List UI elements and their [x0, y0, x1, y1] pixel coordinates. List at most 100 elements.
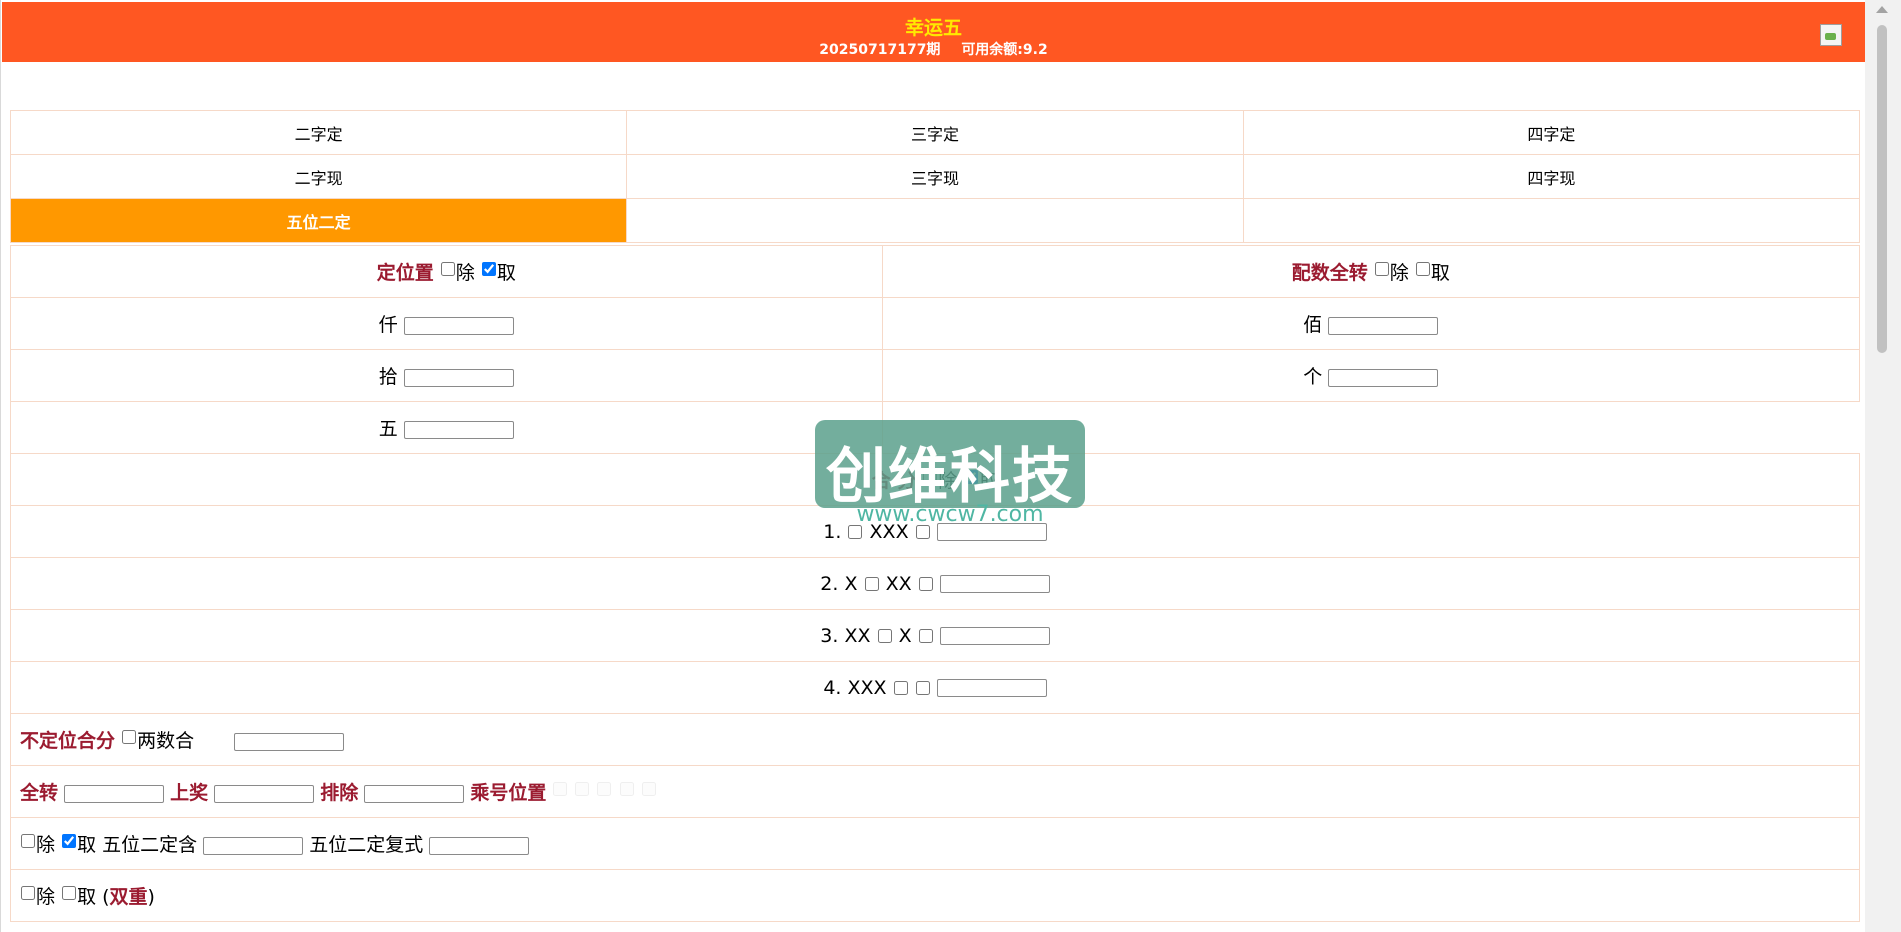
- unfixed-input[interactable]: [234, 732, 345, 751]
- pair-take-checkbox[interactable]: [1415, 262, 1430, 276]
- tab-sanzi-ding[interactable]: 三字定: [626, 110, 1244, 155]
- shangjiang-input[interactable]: [214, 784, 315, 803]
- chenghao-label: 乘号位置: [470, 782, 547, 804]
- wuwei-exclude-checkbox[interactable]: [21, 834, 35, 848]
- qian-label: 仟: [378, 314, 398, 336]
- shangjiang-label: 上奖: [170, 782, 209, 804]
- combo-4-checkbox-a[interactable]: [893, 680, 908, 695]
- unfixed-row: 不定位合分 两数合: [10, 713, 1860, 766]
- tab-wuwei-erding[interactable]: 五位二定: [9, 198, 628, 243]
- position-title: 定位置: [376, 262, 434, 284]
- pair-exclude-checkbox[interactable]: [1374, 262, 1389, 276]
- combo-1-input[interactable]: [936, 523, 1047, 541]
- game-type-tabs: 二字定 三字定 四字定 二字现 三字现 四字现 五位二定: [9, 110, 1861, 243]
- combo-1-mid: XXX: [869, 520, 909, 543]
- pair-header: 配数全转 除 取: [881, 245, 1861, 298]
- hefen-take-checkbox[interactable]: [964, 470, 979, 484]
- shuangchong-row: 除 取 (双重): [10, 869, 1860, 922]
- chenghao-checkbox-3[interactable]: [597, 782, 612, 796]
- tab-sanzi-xian[interactable]: 三字现: [626, 154, 1244, 199]
- wuwei-fushi-label: 五位二定复式: [309, 834, 424, 856]
- period-number: 20250717177期: [819, 42, 941, 58]
- shuangchong-exclude-label: 除: [36, 886, 56, 908]
- ge-label: 个: [1303, 366, 1323, 388]
- game-title: 幸运五: [904, 17, 962, 39]
- shi-input[interactable]: [403, 368, 514, 387]
- bai-label: 佰: [1303, 314, 1323, 336]
- shi-cell: 拾: [10, 349, 883, 402]
- tab-erzi-xian[interactable]: 二字现: [9, 154, 628, 199]
- qian-cell: 仟: [10, 297, 883, 350]
- chenghao-checkbox-1[interactable]: [553, 782, 568, 796]
- tab-sizi-xian[interactable]: 四字现: [1242, 154, 1861, 199]
- wuwei-fushi-input[interactable]: [429, 836, 530, 855]
- combo-2-checkbox-a[interactable]: [864, 576, 879, 591]
- wuwei-take-checkbox[interactable]: [62, 834, 77, 848]
- hefen-take-label: 取: [979, 470, 999, 492]
- chenghao-checkbox-2[interactable]: [575, 782, 590, 796]
- combo-1-checkbox-a[interactable]: [848, 524, 863, 539]
- tab-sizi-ding[interactable]: 四字定: [1242, 110, 1861, 155]
- shuangchong-take-checkbox[interactable]: [62, 886, 77, 900]
- combo-2-input[interactable]: [939, 575, 1050, 593]
- combo-3-mid: X: [898, 624, 912, 647]
- hefen-title: 合 分: [871, 470, 917, 492]
- scroll-thumb[interactable]: [1877, 25, 1887, 353]
- combo-1-prefix: 1.: [823, 520, 842, 543]
- chenghao-checkbox-5[interactable]: [641, 782, 656, 796]
- pair-title: 配数全转: [1291, 262, 1368, 284]
- pair-exclude-label: 除: [1389, 262, 1409, 284]
- combo-3-input[interactable]: [939, 627, 1050, 645]
- combo-row-1: 1. XXX: [10, 505, 1860, 558]
- combo-4-input[interactable]: [936, 679, 1047, 697]
- tab-erzi-ding[interactable]: 二字定: [9, 110, 628, 155]
- paichu-input[interactable]: [364, 784, 465, 803]
- combo-rows: 合 分 除 取 1. XXX 2. X XX 3. XX X 4. XXX 不定…: [10, 453, 1860, 922]
- position-exclude-checkbox[interactable]: [440, 262, 455, 276]
- page-frame: 幸运五 20250717177期 可用余额:9.2 二字定 三字定 四字定 二字…: [0, 0, 1865, 932]
- wuwei-row: 除 取 五位二定含 五位二定复式: [10, 817, 1860, 870]
- shuangchong-exclude-checkbox[interactable]: [21, 886, 35, 900]
- combo-3-prefix: 3. XX: [820, 624, 871, 647]
- user-image-icon[interactable]: [1820, 24, 1842, 46]
- combo-2-checkbox-b[interactable]: [918, 576, 933, 591]
- app-header: 幸运五 20250717177期 可用余额:9.2: [2, 2, 1865, 62]
- qian-input[interactable]: [403, 316, 514, 335]
- balance-text: 可用余额:9.2: [961, 42, 1048, 58]
- two-num-checkbox[interactable]: [122, 730, 137, 744]
- unfixed-label: 不定位合分: [20, 730, 116, 752]
- bai-cell: 佰: [881, 297, 1861, 350]
- hefen-row: 合 分 除 取: [10, 453, 1860, 506]
- combo-4-prefix: 4. XXX: [823, 676, 887, 699]
- wu-empty-cell: [882, 402, 1859, 454]
- hefen-exclude-checkbox[interactable]: [923, 470, 938, 484]
- scroll-up-arrow-icon[interactable]: [1876, 6, 1888, 13]
- quanzhuan-row: 全转 上奖 排除 乘号位置: [10, 765, 1860, 818]
- wu-cell: 五: [10, 401, 883, 454]
- position-take-checkbox[interactable]: [481, 262, 496, 276]
- combo-4-checkbox-b[interactable]: [915, 680, 930, 695]
- bai-input[interactable]: [1328, 316, 1439, 335]
- combo-2-prefix: 2. X: [820, 572, 858, 595]
- wuwei-he-input[interactable]: [203, 836, 304, 855]
- position-exclude-label: 除: [455, 262, 475, 284]
- combo-3-checkbox-b[interactable]: [918, 628, 933, 643]
- wuwei-he-label: 五位二定含: [102, 834, 198, 856]
- shi-label: 拾: [378, 366, 398, 388]
- combo-row-4: 4. XXX: [10, 661, 1860, 714]
- combo-1-checkbox-b[interactable]: [915, 524, 930, 539]
- vertical-scrollbar[interactable]: [1865, 0, 1901, 932]
- header-subtitle: 20250717177期 可用余额:9.2: [2, 39, 1865, 59]
- combo-row-2: 2. X XX: [10, 557, 1860, 610]
- wu-input[interactable]: [403, 420, 514, 439]
- shuangchong-label: 双重: [109, 886, 148, 908]
- quanzhuan-input[interactable]: [64, 784, 165, 803]
- chenghao-checkbox-4[interactable]: [619, 782, 634, 796]
- ge-input[interactable]: [1328, 368, 1439, 387]
- position-take-label: 取: [496, 262, 516, 284]
- wuwei-exclude-label: 除: [36, 834, 56, 856]
- combo-3-checkbox-a[interactable]: [877, 628, 892, 643]
- quanzhuan-label: 全转: [20, 782, 59, 804]
- combo-row-3: 3. XX X: [10, 609, 1860, 662]
- two-num-label: 两数合: [137, 730, 195, 752]
